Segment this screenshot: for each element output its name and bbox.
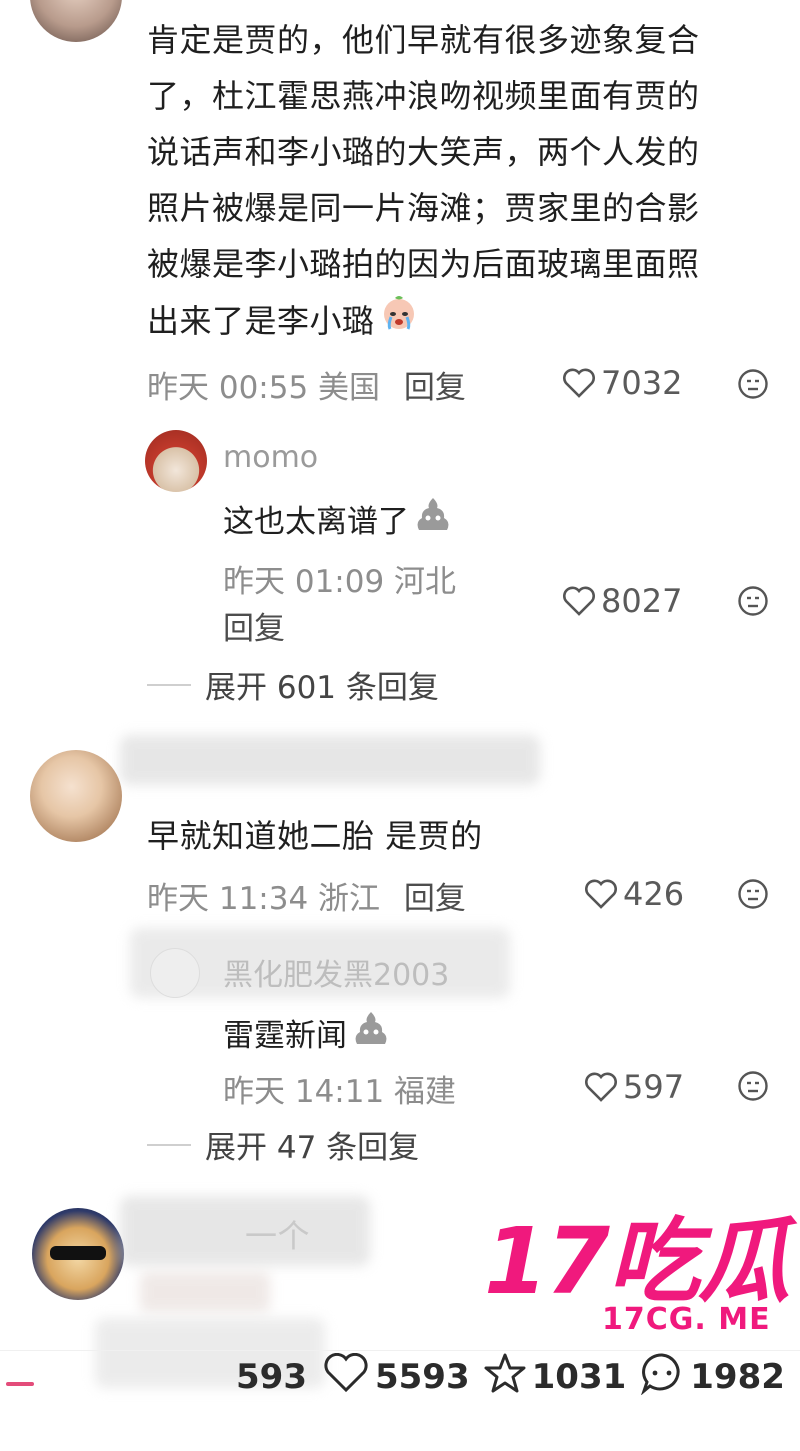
dislike-button[interactable] <box>737 585 769 617</box>
meh-face-icon <box>737 878 769 910</box>
action-bar: 593 5593 1031 1982 <box>236 1352 785 1402</box>
comment-meta: 昨天 00:55 美国 回复 <box>147 362 466 407</box>
watermark-url: 17CG. ME <box>602 1302 771 1337</box>
comment-line: 照片被爆是同一片海滩；贾家里的合影 <box>147 189 700 227</box>
heart-icon <box>323 1352 369 1402</box>
comment-bubble-icon <box>640 1351 684 1404</box>
expand-replies-label: 展开 601 条回复 <box>205 670 439 706</box>
watermark-logo: 17吃瓜 <box>484 1208 790 1315</box>
avatar[interactable] <box>30 750 122 842</box>
comment-line: 出来了是李小璐 <box>147 301 375 340</box>
reply-text-content: 雷霆新闻 <box>223 1017 347 1054</box>
like-button[interactable]: 597 <box>585 1068 684 1106</box>
comment-line: 说话声和李小璐的大笑声，两个人发的 <box>147 133 700 171</box>
reply-time-location: 昨天 14:11 福建 <box>223 1074 457 1110</box>
dislike-button[interactable] <box>737 878 769 910</box>
pink-indicator <box>6 1382 34 1386</box>
avatar[interactable] <box>145 430 207 492</box>
comment-meta: 昨天 11:34 浙江 回复 <box>147 873 466 918</box>
expand-replies-label: 展开 47 条回复 <box>205 1130 420 1166</box>
comment-line: 了，杜江霍思燕冲浪吻视频里面有贾的 <box>147 77 700 115</box>
avatar[interactable] <box>30 0 122 42</box>
time-location: 昨天 11:34 浙江 <box>147 881 381 917</box>
meh-face-icon <box>737 368 769 400</box>
comment-count: 1982 <box>690 1357 785 1397</box>
like-button[interactable]: 7032 <box>563 364 682 402</box>
crying-emoji-icon <box>379 292 419 349</box>
like-button[interactable]: 426 <box>585 875 684 913</box>
reply-button[interactable]: 回复 <box>404 370 466 406</box>
divider <box>147 683 191 686</box>
avatar[interactable] <box>150 948 200 998</box>
sunglasses-icon <box>50 1246 106 1260</box>
comment-text: 早就知道她二胎 是贾的 <box>147 817 483 855</box>
comment-action[interactable]: 1982 <box>640 1351 785 1404</box>
like-count: 597 <box>623 1068 685 1106</box>
reply-text-content: 这也太离谱了 <box>223 503 409 540</box>
comment-line: 肯定是贾的，他们早就有很多迹象复合 <box>147 21 700 59</box>
comment-text: 一个 <box>245 1217 311 1255</box>
like-count: 5593 <box>374 1357 470 1397</box>
comment-text: 肯定是贾的，他们早就有很多迹象复合 了，杜江霍思燕冲浪吻视频里面有贾的 说话声和… <box>147 12 777 349</box>
favorite-action[interactable]: 1031 <box>484 1352 627 1403</box>
heart-icon <box>563 368 595 398</box>
like-action[interactable]: 5593 <box>323 1352 470 1402</box>
heart-icon <box>585 879 617 909</box>
dislike-button[interactable] <box>737 1070 769 1102</box>
poop-emoji-icon <box>413 494 453 542</box>
like-button[interactable]: 8027 <box>563 582 682 620</box>
heart-icon <box>585 1072 617 1102</box>
meh-face-icon <box>737 1070 769 1102</box>
favorite-count: 1031 <box>531 1357 627 1397</box>
reply-button[interactable]: 回复 <box>404 881 466 917</box>
blurred-region <box>140 1272 270 1312</box>
reply-time-location: 昨天 01:09 河北 <box>223 564 457 600</box>
reply-username[interactable]: 黑化肥发黑2003 <box>223 950 449 994</box>
meh-face-icon <box>737 585 769 617</box>
comment-line: 被爆是李小璐拍的因为后面玻璃里面照 <box>147 245 700 283</box>
reply-text: 雷霆新闻 <box>223 1008 391 1056</box>
heart-icon <box>563 586 595 616</box>
expand-replies-button[interactable]: 展开 601 条回复 <box>147 662 439 707</box>
poop-emoji-icon <box>351 1008 391 1056</box>
reply-username[interactable]: momo <box>223 440 318 475</box>
star-icon <box>484 1352 526 1403</box>
like-count: 8027 <box>601 582 683 620</box>
partial-count: 593 <box>236 1357 307 1397</box>
blurred-username <box>120 735 540 785</box>
like-count: 7032 <box>601 364 683 402</box>
time-location: 昨天 00:55 美国 <box>147 370 381 406</box>
expand-replies-button[interactable]: 展开 47 条回复 <box>147 1122 419 1167</box>
dislike-button[interactable] <box>737 368 769 400</box>
like-count: 426 <box>623 875 685 913</box>
divider <box>147 1143 191 1146</box>
reply-text: 这也太离谱了 <box>223 494 453 542</box>
reply-button[interactable]: 回复 <box>223 603 285 648</box>
avatar[interactable] <box>32 1208 124 1300</box>
